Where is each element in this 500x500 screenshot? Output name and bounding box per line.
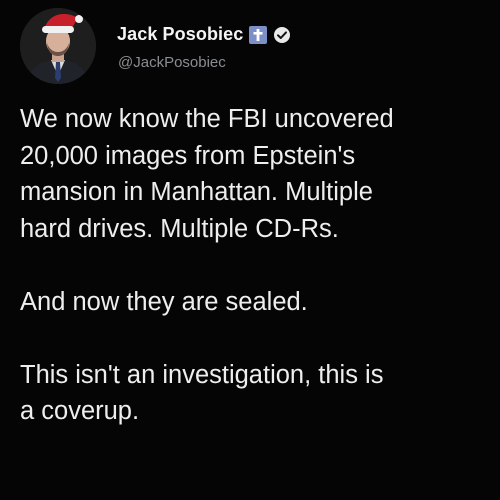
avatar[interactable] xyxy=(20,8,96,84)
tweet-card: Jack Posobiec @JackPosobiec We now know … xyxy=(0,0,500,500)
tweet-paragraph: We now know the FBI uncovered 20,000 ima… xyxy=(20,105,394,243)
profile-photo-icon xyxy=(20,8,96,84)
tweet-paragraph: And now they are sealed. xyxy=(20,287,308,316)
tweet-header: Jack Posobiec @JackPosobiec xyxy=(20,8,490,88)
tweet-text: We now know the FBI uncovered 20,000 ima… xyxy=(20,101,490,430)
user-handle[interactable]: @JackPosobiec xyxy=(118,54,226,71)
cross-icon xyxy=(249,25,268,44)
verified-icon xyxy=(273,26,291,44)
tweet-paragraph: This isn't an investigation, this is a c… xyxy=(20,360,384,426)
display-name[interactable]: Jack Posobiec xyxy=(117,24,243,45)
name-row: Jack Posobiec xyxy=(117,24,291,45)
